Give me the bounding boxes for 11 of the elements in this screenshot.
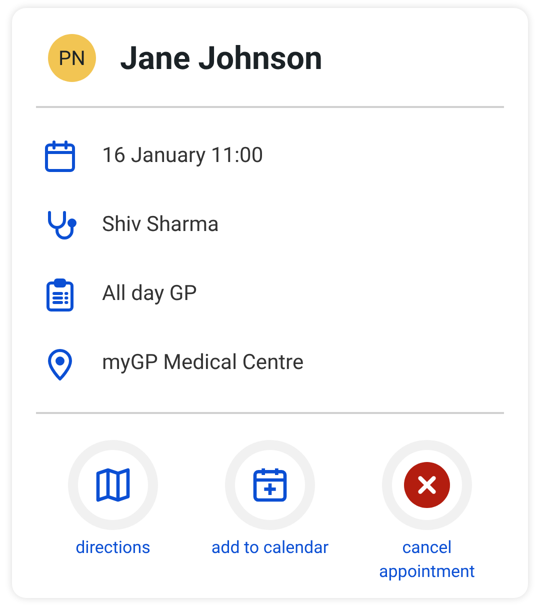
cancel-icon <box>404 462 450 508</box>
detail-text: Shiv Sharma <box>102 212 219 239</box>
calendar-icon <box>42 138 78 174</box>
detail-text: All day GP <box>102 280 197 308</box>
action-link[interactable]: directions <box>53 536 173 560</box>
patient-name: Jane Johnson <box>120 38 322 79</box>
detail-text: 16 January 11:00 <box>102 142 264 170</box>
detail-text: myGP Medical Centre <box>102 350 304 377</box>
avatar: PN <box>48 34 96 82</box>
action-link[interactable]: cancel appointment <box>367 536 487 584</box>
action-link[interactable]: add to calendar <box>210 536 330 560</box>
